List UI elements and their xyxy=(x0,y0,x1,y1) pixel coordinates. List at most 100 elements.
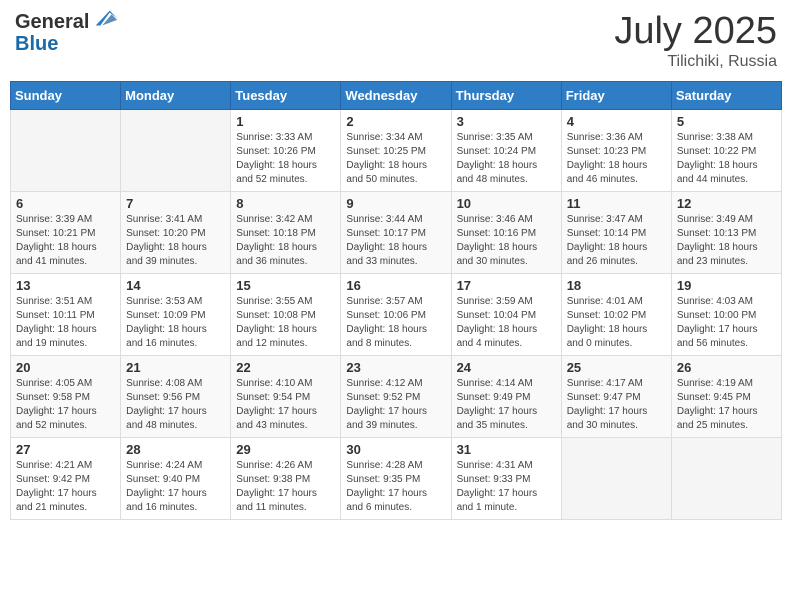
calendar-cell: 5 Sunrise: 3:38 AM Sunset: 10:22 PM Dayli… xyxy=(671,110,781,192)
day-info: Sunrise: 4:17 AM Sunset: 9:47 PM Dayligh… xyxy=(567,377,666,433)
day-info: Sunrise: 3:47 AM Sunset: 10:14 PM Daylig… xyxy=(567,213,666,269)
day-of-week-header: Monday xyxy=(121,82,231,110)
calendar-cell: 26 Sunrise: 4:19 AM Sunset: 9:45 PM Dayli… xyxy=(671,356,781,438)
day-number: 6 xyxy=(16,196,115,211)
day-info: Sunrise: 4:24 AM Sunset: 9:40 PM Dayligh… xyxy=(126,459,225,515)
day-info: Sunrise: 3:51 AM Sunset: 10:11 PM Daylig… xyxy=(16,295,115,351)
day-info: Sunrise: 3:39 AM Sunset: 10:21 PM Daylig… xyxy=(16,213,115,269)
day-number: 8 xyxy=(236,196,335,211)
calendar-cell xyxy=(11,110,121,192)
day-number: 5 xyxy=(677,114,776,129)
day-info: Sunrise: 4:05 AM Sunset: 9:58 PM Dayligh… xyxy=(16,377,115,433)
day-info: Sunrise: 3:35 AM Sunset: 10:24 PM Daylig… xyxy=(457,131,556,187)
calendar-table: SundayMondayTuesdayWednesdayThursdayFrid… xyxy=(10,81,782,520)
page-header: General Blue July 2025 Tilichiki, Russia xyxy=(10,10,782,71)
day-info: Sunrise: 3:36 AM Sunset: 10:23 PM Daylig… xyxy=(567,131,666,187)
calendar-cell: 9Sunrise: 3:44 AM Sunset: 10:17 PM Dayli… xyxy=(341,192,451,274)
calendar-cell: 25 Sunrise: 4:17 AM Sunset: 9:47 PM Dayli… xyxy=(561,356,671,438)
day-number: 23 xyxy=(346,360,445,375)
title-block: July 2025 Tilichiki, Russia xyxy=(614,10,777,71)
day-number: 13 xyxy=(16,278,115,293)
calendar-cell: 28 Sunrise: 4:24 AM Sunset: 9:40 PM Dayli… xyxy=(121,438,231,520)
calendar-cell: 27 Sunrise: 4:21 AM Sunset: 9:42 PM Dayli… xyxy=(11,438,121,520)
day-number: 1 xyxy=(236,114,335,129)
day-number: 16 xyxy=(346,278,445,293)
calendar-cell: 22 Sunrise: 4:10 AM Sunset: 9:54 PM Dayli… xyxy=(231,356,341,438)
day-number: 2 xyxy=(346,114,445,129)
day-info: Sunrise: 3:41 AM Sunset: 10:20 PM Daylig… xyxy=(126,213,225,269)
calendar-week-row: 20 Sunrise: 4:05 AM Sunset: 9:58 PM Dayli… xyxy=(11,356,782,438)
day-info: Sunrise: 4:01 AM Sunset: 10:02 PM Daylig… xyxy=(567,295,666,351)
logo-blue-text: Blue xyxy=(15,33,119,55)
day-number: 11 xyxy=(567,196,666,211)
calendar-cell: 2Sunrise: 3:34 AM Sunset: 10:25 PM Dayli… xyxy=(341,110,451,192)
day-of-week-header: Saturday xyxy=(671,82,781,110)
calendar-cell: 31 Sunrise: 4:31 AM Sunset: 9:33 PM Dayli… xyxy=(451,438,561,520)
logo-icon xyxy=(91,5,119,33)
day-of-week-header: Thursday xyxy=(451,82,561,110)
calendar-cell: 17 Sunrise: 3:59 AM Sunset: 10:04 PM Dayl… xyxy=(451,274,561,356)
logo: General Blue xyxy=(15,10,119,55)
day-info: Sunrise: 4:31 AM Sunset: 9:33 PM Dayligh… xyxy=(457,459,556,515)
logo-general-text: General xyxy=(15,11,89,33)
calendar-cell xyxy=(671,438,781,520)
calendar-week-row: 13 Sunrise: 3:51 AM Sunset: 10:11 PM Dayl… xyxy=(11,274,782,356)
calendar-cell: 18Sunrise: 4:01 AM Sunset: 10:02 PM Dayl… xyxy=(561,274,671,356)
day-info: Sunrise: 3:33 AM Sunset: 10:26 PM Daylig… xyxy=(236,131,335,187)
calendar-cell: 20 Sunrise: 4:05 AM Sunset: 9:58 PM Dayli… xyxy=(11,356,121,438)
day-number: 4 xyxy=(567,114,666,129)
calendar-cell: 12 Sunrise: 3:49 AM Sunset: 10:13 PM Dayl… xyxy=(671,192,781,274)
day-info: Sunrise: 3:53 AM Sunset: 10:09 PM Daylig… xyxy=(126,295,225,351)
calendar-cell: 1 Sunrise: 3:33 AM Sunset: 10:26 PM Dayli… xyxy=(231,110,341,192)
day-number: 30 xyxy=(346,442,445,457)
day-info: Sunrise: 3:57 AM Sunset: 10:06 PM Daylig… xyxy=(346,295,445,351)
day-info: Sunrise: 3:44 AM Sunset: 10:17 PM Daylig… xyxy=(346,213,445,269)
day-info: Sunrise: 4:12 AM Sunset: 9:52 PM Dayligh… xyxy=(346,377,445,433)
day-info: Sunrise: 3:55 AM Sunset: 10:08 PM Daylig… xyxy=(236,295,335,351)
day-info: Sunrise: 3:59 AM Sunset: 10:04 PM Daylig… xyxy=(457,295,556,351)
day-info: Sunrise: 4:08 AM Sunset: 9:56 PM Dayligh… xyxy=(126,377,225,433)
calendar-cell xyxy=(121,110,231,192)
day-info: Sunrise: 3:46 AM Sunset: 10:16 PM Daylig… xyxy=(457,213,556,269)
day-number: 21 xyxy=(126,360,225,375)
day-info: Sunrise: 4:28 AM Sunset: 9:35 PM Dayligh… xyxy=(346,459,445,515)
day-info: Sunrise: 3:42 AM Sunset: 10:18 PM Daylig… xyxy=(236,213,335,269)
calendar-cell: 30 Sunrise: 4:28 AM Sunset: 9:35 PM Dayli… xyxy=(341,438,451,520)
day-number: 3 xyxy=(457,114,556,129)
day-number: 31 xyxy=(457,442,556,457)
day-number: 27 xyxy=(16,442,115,457)
day-number: 28 xyxy=(126,442,225,457)
day-info: Sunrise: 3:38 AM Sunset: 10:22 PM Daylig… xyxy=(677,131,776,187)
day-number: 22 xyxy=(236,360,335,375)
day-of-week-header: Tuesday xyxy=(231,82,341,110)
calendar-cell: 16 Sunrise: 3:57 AM Sunset: 10:06 PM Dayl… xyxy=(341,274,451,356)
day-info: Sunrise: 4:21 AM Sunset: 9:42 PM Dayligh… xyxy=(16,459,115,515)
day-info: Sunrise: 3:49 AM Sunset: 10:13 PM Daylig… xyxy=(677,213,776,269)
calendar-cell: 10Sunrise: 3:46 AM Sunset: 10:16 PM Dayl… xyxy=(451,192,561,274)
day-number: 25 xyxy=(567,360,666,375)
calendar-header-row: SundayMondayTuesdayWednesdayThursdayFrid… xyxy=(11,82,782,110)
day-info: Sunrise: 4:26 AM Sunset: 9:38 PM Dayligh… xyxy=(236,459,335,515)
calendar-cell: 4 Sunrise: 3:36 AM Sunset: 10:23 PM Dayli… xyxy=(561,110,671,192)
day-info: Sunrise: 4:10 AM Sunset: 9:54 PM Dayligh… xyxy=(236,377,335,433)
day-of-week-header: Friday xyxy=(561,82,671,110)
calendar-cell: 21 Sunrise: 4:08 AM Sunset: 9:56 PM Dayli… xyxy=(121,356,231,438)
calendar-cell: 6 Sunrise: 3:39 AM Sunset: 10:21 PM Dayli… xyxy=(11,192,121,274)
day-info: Sunrise: 4:19 AM Sunset: 9:45 PM Dayligh… xyxy=(677,377,776,433)
calendar-week-row: 6 Sunrise: 3:39 AM Sunset: 10:21 PM Dayli… xyxy=(11,192,782,274)
calendar-cell: 29 Sunrise: 4:26 AM Sunset: 9:38 PM Dayli… xyxy=(231,438,341,520)
calendar-week-row: 1 Sunrise: 3:33 AM Sunset: 10:26 PM Dayli… xyxy=(11,110,782,192)
calendar-week-row: 27 Sunrise: 4:21 AM Sunset: 9:42 PM Dayli… xyxy=(11,438,782,520)
day-number: 17 xyxy=(457,278,556,293)
day-number: 24 xyxy=(457,360,556,375)
calendar-cell: 7Sunrise: 3:41 AM Sunset: 10:20 PM Dayli… xyxy=(121,192,231,274)
calendar-cell xyxy=(561,438,671,520)
day-number: 20 xyxy=(16,360,115,375)
day-number: 29 xyxy=(236,442,335,457)
day-number: 26 xyxy=(677,360,776,375)
day-number: 19 xyxy=(677,278,776,293)
day-number: 15 xyxy=(236,278,335,293)
day-number: 12 xyxy=(677,196,776,211)
calendar-cell: 8 Sunrise: 3:42 AM Sunset: 10:18 PM Dayli… xyxy=(231,192,341,274)
day-of-week-header: Sunday xyxy=(11,82,121,110)
